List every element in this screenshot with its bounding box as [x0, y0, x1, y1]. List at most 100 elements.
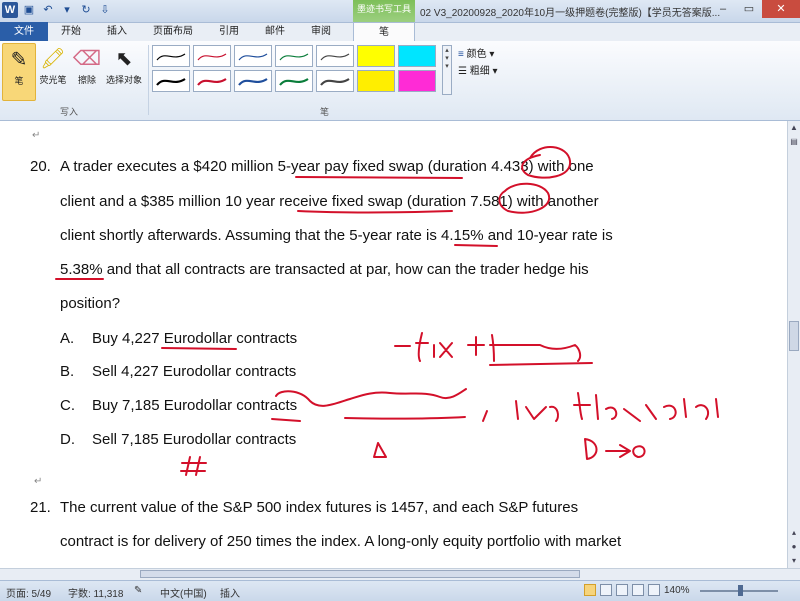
pen-tool-button[interactable]: ✎ 笔 [2, 43, 36, 101]
ink-delta-mark [373, 442, 387, 458]
draft-view-button[interactable] [648, 584, 660, 596]
tab-home[interactable]: 开始 [48, 22, 94, 41]
ink-underline-floating-note [489, 362, 593, 366]
undo-icon[interactable]: ↶ [40, 2, 56, 18]
word-logo-icon[interactable]: W [2, 2, 18, 18]
ink-underline-receive-fixed-swap [297, 210, 453, 214]
prev-page-icon[interactable]: ▴ [788, 526, 800, 540]
pen-style-swatch[interactable] [234, 45, 272, 67]
question-20-line-4: 5.38% and that all contracts are transac… [60, 261, 589, 278]
ink-d-arrow-zero [584, 438, 646, 460]
group-separator [148, 45, 149, 115]
window-title: 02 V3_20200928_2020年10月一级押题卷(完整版)【学员无答案版… [420, 8, 720, 19]
browse-object-icon[interactable]: ● [788, 540, 800, 554]
pen-style-swatch[interactable] [275, 45, 313, 67]
ink-note-floating-bond [573, 392, 719, 422]
redo-icon[interactable]: ↻ [78, 2, 94, 18]
option-d-letter: D. [60, 431, 75, 448]
highlighter-tool-button[interactable]: 🖍 荧光笔 [36, 43, 70, 101]
pen-style-swatch[interactable] [357, 45, 395, 67]
select-objects-label: 选择对象 [105, 75, 142, 85]
next-page-icon[interactable]: ▾ [788, 554, 800, 568]
horizontal-scroll-thumb[interactable] [140, 570, 580, 578]
tab-pens[interactable]: 笔 [353, 22, 415, 41]
pen-style-swatch[interactable] [234, 70, 272, 92]
ink-underline-eurodollar [161, 347, 237, 350]
ink-note-long [515, 400, 559, 422]
eraser-tool-button[interactable]: ⌫ 擦除 [70, 43, 104, 101]
question-20-line-5: position? [60, 295, 121, 312]
pen-style-swatch[interactable] [275, 70, 313, 92]
vertical-scrollbar[interactable]: ▲ ▤ ▴ ● ▾ [787, 121, 800, 568]
ink-hash-mark [180, 456, 207, 476]
scroll-up-icon[interactable]: ▲ [788, 121, 800, 135]
proofing-icon[interactable]: ✎ [134, 585, 142, 596]
option-a-letter: A. [60, 330, 75, 347]
outline-view-button[interactable] [632, 584, 644, 596]
pen-weight-icon: ☰ [458, 66, 467, 77]
tab-file[interactable]: 文件 [0, 22, 48, 41]
tab-page-layout[interactable]: 页面布局 [140, 22, 206, 41]
pen-style-swatch[interactable] [193, 70, 231, 92]
select-cursor-icon: ⬉ [115, 48, 133, 70]
pen-style-swatch[interactable] [357, 70, 395, 92]
full-screen-view-button[interactable] [600, 584, 612, 596]
option-b-letter: B. [60, 363, 75, 380]
ink-note-short-fixed-bond [275, 388, 467, 407]
ink-underline-fixed-bond [344, 416, 466, 420]
ribbon-tabs: 文件 开始 插入 页面布局 引用 邮件 审阅 视图 [0, 22, 390, 41]
page-count[interactable]: 页面: 5/49 [6, 585, 51, 600]
save-icon[interactable]: ▣ [21, 2, 37, 18]
zoom-level[interactable]: 140% [664, 585, 690, 596]
pen-style-swatch[interactable] [316, 45, 354, 67]
question-20-number: 20. [30, 158, 51, 175]
minimize-button[interactable]: – [710, 0, 736, 18]
tab-mailings[interactable]: 邮件 [252, 22, 298, 41]
group-label-write: 写入 [60, 107, 79, 117]
pen-style-swatch[interactable] [152, 45, 190, 67]
web-layout-view-button[interactable] [616, 584, 628, 596]
insert-mode[interactable]: 插入 [220, 585, 240, 600]
pen-color-label: 颜色 ▾ [466, 49, 495, 60]
pen-tool-label: 笔 [14, 76, 24, 86]
pen-style-swatch[interactable] [398, 45, 436, 67]
tab-review[interactable]: 审阅 [298, 22, 344, 41]
maximize-button[interactable]: ▭ [736, 0, 762, 18]
zoom-slider-knob[interactable] [738, 585, 743, 596]
tab-references[interactable]: 引用 [206, 22, 252, 41]
question-20-line-2: client and a $385 million 10 year receiv… [60, 193, 599, 210]
ruler-toggle-icon[interactable]: ▤ [788, 135, 800, 149]
paragraph-mark: ↵ [34, 476, 43, 487]
word-count[interactable]: 字数: 11,318 [68, 585, 123, 600]
question-21-number: 21. [30, 499, 51, 516]
gallery-scroll[interactable]: ▴ ▾ ▾ [442, 45, 452, 95]
pen-color-dropdown[interactable]: ≡ 颜色 ▾ [458, 45, 494, 60]
ink-comma [482, 410, 488, 422]
pen-style-swatch[interactable] [152, 70, 190, 92]
customize-qat-icon[interactable]: ⇩ [97, 2, 113, 18]
quick-access-toolbar: W ▣ ↶ ▾ ↻ ⇩ [2, 2, 113, 18]
option-a-text: Buy 4,227 Eurodollar contracts [92, 330, 298, 347]
tab-insert[interactable]: 插入 [94, 22, 140, 41]
pen-weight-dropdown[interactable]: ☰ 粗细 ▾ [458, 62, 498, 77]
close-button[interactable]: ✕ [762, 0, 800, 18]
select-objects-button[interactable]: ⬉ 选择对象 [104, 43, 144, 101]
horizontal-scrollbar[interactable] [0, 568, 800, 580]
option-b-text: Sell 4,227 Eurodollar contracts [92, 363, 297, 380]
undo-dropdown-icon[interactable]: ▾ [59, 2, 75, 18]
pen-style-swatch[interactable] [193, 45, 231, 67]
ribbon: ✎ 笔 🖍 荧光笔 ⌫ 擦除 ⬉ 选择对象 写入 ▴ ▾ ▾ ≡ 颜色 ▾ ☰ 粗细… [0, 41, 800, 121]
vertical-scroll-thumb[interactable] [789, 321, 799, 351]
pen-icon: ✎ [10, 49, 28, 71]
pen-color-icon: ≡ [458, 49, 464, 60]
option-c-letter: C. [60, 397, 75, 414]
document-area[interactable]: ↵ 20. A trader executes a $420 million 5… [0, 121, 800, 568]
pen-style-swatch[interactable] [316, 70, 354, 92]
pen-style-swatch[interactable] [398, 70, 436, 92]
document-page[interactable]: ↵ 20. A trader executes a $420 million 5… [0, 121, 788, 568]
pen-style-gallery [152, 45, 442, 95]
print-layout-view-button[interactable] [584, 584, 596, 596]
language-indicator[interactable]: 中文(中国) [160, 585, 207, 600]
option-c-text: Buy 7,185 Eurodollar contracts [92, 397, 298, 414]
ink-underline-options-area [271, 418, 301, 422]
